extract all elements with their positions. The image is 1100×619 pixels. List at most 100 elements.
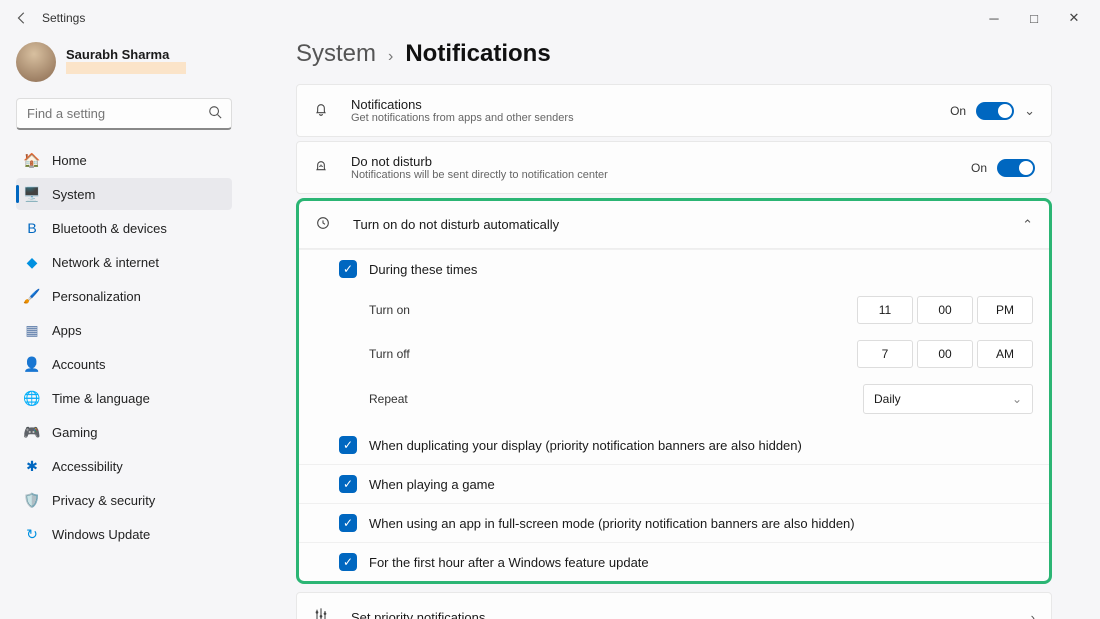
opt-label: When using an app in full-screen mode (p… xyxy=(369,516,855,531)
checkbox-icon[interactable]: ✓ xyxy=(339,436,357,454)
checkbox-icon[interactable]: ✓ xyxy=(339,514,357,532)
sidebar-item-bluetooth-devices[interactable]: B Bluetooth & devices xyxy=(16,212,232,244)
opt-label: For the first hour after a Windows featu… xyxy=(369,555,649,570)
user-email xyxy=(66,62,186,74)
nav-label: Bluetooth & devices xyxy=(52,221,167,236)
card-title: Set priority notifications xyxy=(351,610,485,619)
nav-icon: ▦ xyxy=(24,322,40,338)
nav-label: Apps xyxy=(52,323,82,338)
sidebar-item-windows-update[interactable]: ↻ Windows Update xyxy=(16,518,232,550)
checkbox-icon[interactable]: ✓ xyxy=(339,553,357,571)
toggle-label: On xyxy=(950,104,966,118)
nav-icon: 👤 xyxy=(24,356,40,372)
nav-label: Personalization xyxy=(52,289,141,304)
nav-icon: 🎮 xyxy=(24,424,40,440)
card-sub: Get notifications from apps and other se… xyxy=(351,112,950,124)
breadcrumb-current: Notifications xyxy=(405,40,550,68)
nav-icon: 🖥️ xyxy=(24,186,40,202)
dnd-card[interactable]: Do not disturb Notifications will be sen… xyxy=(296,141,1052,194)
checkbox-icon[interactable]: ✓ xyxy=(339,475,357,493)
nav-label: Time & language xyxy=(52,391,150,406)
sidebar-item-privacy-security[interactable]: 🛡️ Privacy & security xyxy=(16,484,232,516)
turn-off-label: Turn off xyxy=(369,347,410,361)
repeat-value: Daily xyxy=(874,392,901,406)
nav-icon: B xyxy=(24,220,40,236)
sidebar-item-personalization[interactable]: 🖌️ Personalization xyxy=(16,280,232,312)
checkbox-icon[interactable]: ✓ xyxy=(339,260,357,278)
card-sub: Notifications will be sent directly to n… xyxy=(351,169,971,181)
dnd-toggle[interactable] xyxy=(997,159,1035,177)
search-icon xyxy=(208,105,222,122)
turn-off-min[interactable]: 00 xyxy=(917,340,973,368)
maximize-button[interactable]: □ xyxy=(1024,8,1044,28)
sidebar-item-accounts[interactable]: 👤 Accounts xyxy=(16,348,232,380)
auto-dnd-option[interactable]: ✓ When playing a game xyxy=(299,464,1049,503)
auto-dnd-header[interactable]: Turn on do not disturb automatically ⌃ xyxy=(299,201,1049,249)
window-title: Settings xyxy=(42,11,85,25)
sidebar-item-accessibility[interactable]: ✱ Accessibility xyxy=(16,450,232,482)
chevron-down-icon[interactable]: ⌄ xyxy=(1024,103,1035,119)
nav-icon: 🛡️ xyxy=(24,492,40,508)
nav-icon: 🏠 xyxy=(24,152,40,168)
sidebar-item-system[interactable]: 🖥️ System xyxy=(16,178,232,210)
nav-label: Home xyxy=(52,153,87,168)
nav-label: Accessibility xyxy=(52,459,123,474)
nav-icon: ↻ xyxy=(24,526,40,542)
nav-label: Gaming xyxy=(52,425,98,440)
breadcrumb: System › Notifications xyxy=(296,40,1052,68)
chevron-right-icon: › xyxy=(388,48,393,66)
nav-icon: 🌐 xyxy=(24,390,40,406)
auto-dnd-option[interactable]: ✓ When duplicating your display (priority… xyxy=(299,426,1049,464)
nav-icon: ◆ xyxy=(24,254,40,270)
sidebar-item-time-language[interactable]: 🌐 Time & language xyxy=(16,382,232,414)
card-title: Notifications xyxy=(351,97,950,112)
chevron-right-icon: › xyxy=(1031,610,1035,619)
back-button[interactable] xyxy=(10,6,34,30)
auto-dnd-option[interactable]: ✓ When using an app in full-screen mode (… xyxy=(299,503,1049,542)
toggle-label: On xyxy=(971,161,987,175)
priority-icon xyxy=(313,607,333,619)
notifications-toggle[interactable] xyxy=(976,102,1014,120)
sidebar-item-gaming[interactable]: 🎮 Gaming xyxy=(16,416,232,448)
nav-label: Windows Update xyxy=(52,527,150,542)
opt-label: When playing a game xyxy=(369,477,495,492)
nav-label: Privacy & security xyxy=(52,493,155,508)
turn-on-hour[interactable]: 11 xyxy=(857,296,913,324)
dnd-icon xyxy=(313,157,333,178)
nav-label: Network & internet xyxy=(52,255,159,270)
clock-icon xyxy=(315,215,335,234)
user-block[interactable]: Saurabh Sharma xyxy=(16,42,232,82)
turn-off-ampm[interactable]: AM xyxy=(977,340,1033,368)
group-title: Turn on do not disturb automatically xyxy=(353,217,1022,232)
chevron-up-icon: ⌃ xyxy=(1022,217,1033,233)
nav-label: System xyxy=(52,187,95,202)
turn-off-hour[interactable]: 7 xyxy=(857,340,913,368)
turn-on-ampm[interactable]: PM xyxy=(977,296,1033,324)
bell-icon xyxy=(313,100,333,121)
sidebar-item-home[interactable]: 🏠 Home xyxy=(16,144,232,176)
chevron-down-icon: ⌄ xyxy=(1012,392,1022,406)
auto-dnd-option[interactable]: ✓ For the first hour after a Windows feat… xyxy=(299,542,1049,581)
user-name: Saurabh Sharma xyxy=(66,47,186,62)
sidebar-item-apps[interactable]: ▦ Apps xyxy=(16,314,232,346)
repeat-label: Repeat xyxy=(369,392,408,406)
card-title: Do not disturb xyxy=(351,154,971,169)
nav-label: Accounts xyxy=(52,357,105,372)
opt-label: When duplicating your display (priority … xyxy=(369,438,802,453)
breadcrumb-parent[interactable]: System xyxy=(296,40,376,68)
turn-on-label: Turn on xyxy=(369,303,410,317)
opt-during-times[interactable]: ✓ During these times xyxy=(299,249,1049,288)
nav-icon: 🖌️ xyxy=(24,288,40,304)
close-button[interactable]: ✕ xyxy=(1064,8,1084,28)
priority-card[interactable]: Set priority notifications › xyxy=(296,592,1052,619)
nav-icon: ✱ xyxy=(24,458,40,474)
sidebar-item-network-internet[interactable]: ◆ Network & internet xyxy=(16,246,232,278)
avatar xyxy=(16,42,56,82)
search-input[interactable] xyxy=(16,98,232,130)
minimize-button[interactable]: ─ xyxy=(984,8,1004,28)
turn-on-min[interactable]: 00 xyxy=(917,296,973,324)
notifications-card[interactable]: Notifications Get notifications from app… xyxy=(296,84,1052,137)
auto-dnd-group: Turn on do not disturb automatically ⌃ ✓… xyxy=(296,198,1052,584)
repeat-select[interactable]: Daily ⌄ xyxy=(863,384,1033,414)
opt-label: During these times xyxy=(369,262,477,277)
